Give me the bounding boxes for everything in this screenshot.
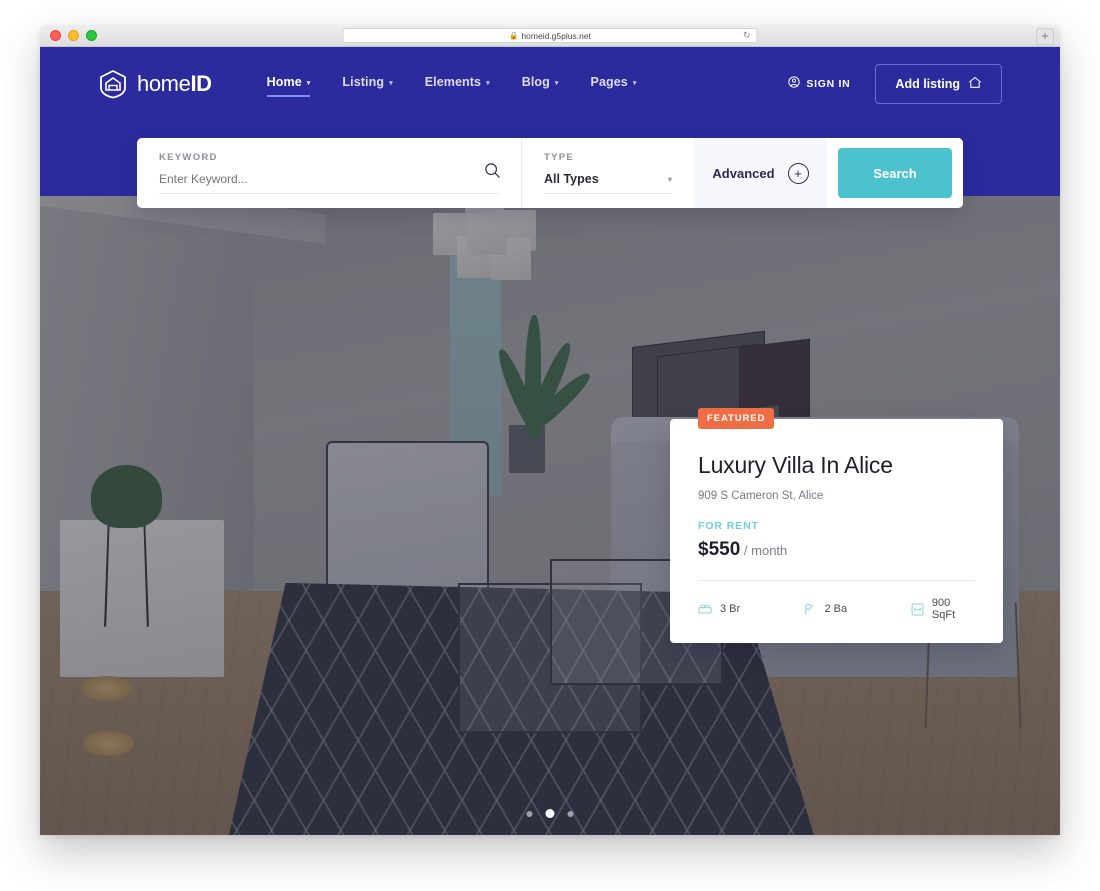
nav-item-blog[interactable]: Blog ▾ <box>522 75 559 93</box>
logo-text: homeID <box>137 70 212 96</box>
featured-badge: FEATURED <box>698 408 775 429</box>
search-icon[interactable] <box>484 162 501 184</box>
advanced-label: Advanced <box>712 165 775 181</box>
url-text: homeid.g5plus.net <box>521 30 591 41</box>
new-tab-button[interactable]: + <box>1036 28 1054 45</box>
nav-item-label: Elements <box>424 74 482 89</box>
address-bar[interactable]: 🔒 homeid.g5plus.net ↻ <box>342 28 758 43</box>
price-amount: $550 <box>698 539 741 560</box>
property-card[interactable]: FEATURED Luxury Villa In Alice 909 S Cam… <box>670 408 1003 643</box>
lock-icon: 🔒 <box>509 30 519 40</box>
carousel-dots <box>526 809 574 818</box>
property-features: 3 Br 2 Ba 900 SqFt <box>698 597 975 621</box>
sign-in-button[interactable]: SIGN IN <box>788 76 850 91</box>
feature-value: 2 Ba <box>824 603 848 615</box>
browser-window: 🔒 homeid.g5plus.net ↻ + homeID Home ▾ Li… <box>40 25 1060 835</box>
chevron-down-icon: ▾ <box>667 174 672 184</box>
property-status: FOR RENT <box>698 520 759 532</box>
main-navbar: homeID Home ▾ Listing ▾ Elements ▾ Blog … <box>40 47 1060 120</box>
property-address: 909 S Cameron St, Alice <box>698 490 824 502</box>
carousel-dot-1[interactable] <box>526 810 533 817</box>
type-field-group: TYPE All Types ▾ <box>522 138 694 208</box>
search-panel: KEYWORD TYPE All Types ▾ Advanced <box>137 138 963 208</box>
chevron-down-icon: ▾ <box>306 79 311 87</box>
nav-item-label: Home <box>266 74 302 89</box>
nav-item-listing[interactable]: Listing ▾ <box>342 75 392 93</box>
feature-area: 900 SqFt <box>911 597 975 621</box>
type-select[interactable]: All Types ▾ <box>544 172 672 194</box>
nav-item-pages[interactable]: Pages ▾ <box>591 75 637 93</box>
close-window-button[interactable] <box>50 30 61 41</box>
user-circle-icon <box>788 76 801 91</box>
chevron-down-icon: ▾ <box>632 79 637 87</box>
card-divider <box>698 580 975 581</box>
add-listing-button[interactable]: Add listing <box>875 63 1002 104</box>
carousel-dot-3[interactable] <box>567 810 574 817</box>
type-selected-value: All Types <box>544 172 599 186</box>
nav-links: Home ▾ Listing ▾ Elements ▾ Blog ▾ Pages <box>266 74 637 97</box>
nav-item-label: Listing <box>342 74 385 89</box>
search-button-container: Search <box>827 138 963 208</box>
type-label: TYPE <box>544 152 575 163</box>
search-button[interactable]: Search <box>838 148 952 198</box>
search-input[interactable] <box>159 172 499 194</box>
property-title: Luxury Villa In Alice <box>698 452 893 478</box>
home-icon <box>968 76 982 92</box>
advanced-toggle[interactable]: Advanced + <box>694 138 827 208</box>
price-period: / month <box>743 543 788 558</box>
bed-icon <box>698 603 712 615</box>
add-listing-label: Add listing <box>895 76 960 91</box>
page-viewport: homeID Home ▾ Listing ▾ Elements ▾ Blog … <box>40 47 1060 835</box>
chevron-down-icon: ▾ <box>486 79 490 87</box>
feature-bedrooms: 3 Br <box>698 597 803 621</box>
keyword-field-group: KEYWORD <box>137 138 522 208</box>
browser-chrome: 🔒 homeid.g5plus.net ↻ + <box>40 25 1060 47</box>
area-icon <box>911 603 924 616</box>
feature-value: 900 SqFt <box>931 597 956 621</box>
reload-icon[interactable]: ↻ <box>743 31 751 40</box>
chevron-down-icon: ▾ <box>554 79 559 87</box>
nav-item-label: Pages <box>590 74 628 89</box>
property-price: $550 / month <box>698 539 975 561</box>
navbar-actions: SIGN IN Add listing <box>788 63 1002 104</box>
site-logo[interactable]: homeID <box>98 69 212 99</box>
maximize-window-button[interactable] <box>86 30 97 41</box>
nav-item-label: Blog <box>521 74 550 89</box>
carousel-dot-2[interactable] <box>545 809 555 818</box>
traffic-lights <box>40 30 97 41</box>
nav-item-elements[interactable]: Elements ▾ <box>425 75 490 93</box>
keyword-label: KEYWORD <box>159 152 218 163</box>
home-shield-icon <box>98 69 128 99</box>
nav-item-home[interactable]: Home ▾ <box>266 74 311 97</box>
plus-circle-icon[interactable]: + <box>787 162 809 184</box>
feature-value: 3 Br <box>720 603 741 615</box>
sign-in-label: SIGN IN <box>806 77 851 90</box>
feature-bathrooms: 2 Ba <box>803 597 910 621</box>
bath-icon <box>803 603 816 616</box>
minimize-window-button[interactable] <box>68 30 79 41</box>
chevron-down-icon: ▾ <box>389 79 393 87</box>
